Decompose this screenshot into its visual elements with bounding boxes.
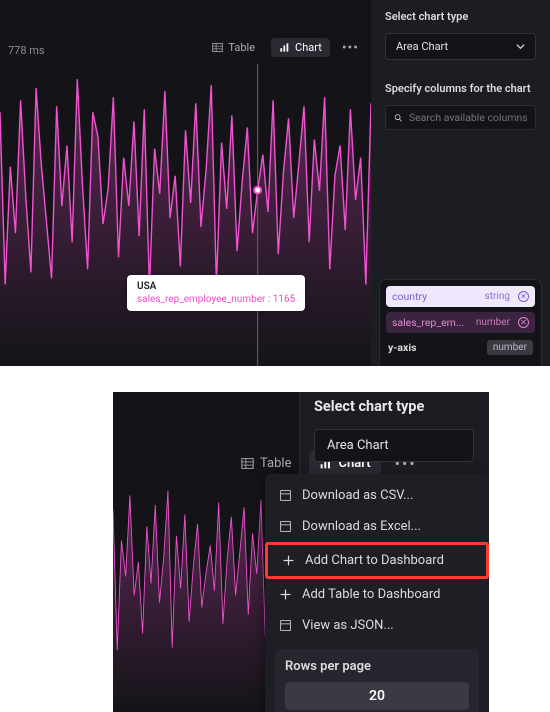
table-icon xyxy=(212,42,223,53)
menu-label: Add Chart to Dashboard xyxy=(305,553,444,568)
pill-name: country xyxy=(392,290,427,303)
chart-icon xyxy=(279,42,290,53)
tab-chart[interactable]: Chart xyxy=(271,38,330,57)
chart-config-panel: Select chart type Area Chart Specify col… xyxy=(371,0,550,366)
menu-add-chart-to-dashboard[interactable]: Add Chart to Dashboard xyxy=(265,542,489,579)
query-timing: 778 ms xyxy=(8,44,45,57)
chart-type-value: Area Chart xyxy=(396,40,448,53)
pill-type: number xyxy=(476,317,510,328)
column-search-input[interactable] xyxy=(385,105,536,130)
download-icon xyxy=(279,489,292,502)
selected-columns-panel: country string ✕ sales_rep_em... number … xyxy=(379,279,542,366)
download-icon xyxy=(279,520,292,533)
chart-canvas[interactable] xyxy=(0,64,371,366)
area-chart-svg xyxy=(0,64,371,366)
select-chart-type-label: Select chart type xyxy=(385,10,536,23)
select-chart-type-label: Select chart type xyxy=(300,392,489,415)
pill-name: sales_rep_em... xyxy=(392,316,464,329)
menu-view-as-json[interactable]: View as JSON... xyxy=(265,610,489,641)
table-icon xyxy=(241,457,254,470)
pill-name: y-axis xyxy=(388,341,417,354)
chart-type-value: Area Chart xyxy=(327,438,389,453)
chart-type-select[interactable]: Area Chart xyxy=(314,429,474,462)
pill-type: number xyxy=(487,340,533,355)
menu-label: Download as CSV... xyxy=(302,488,413,503)
more-menu-trigger[interactable]: ••• xyxy=(338,40,363,56)
menu-label: Add Table to Dashboard xyxy=(302,587,440,602)
tab-chart-label: Chart xyxy=(295,41,322,54)
tab-table[interactable]: Table xyxy=(231,450,301,477)
view-toggle-toolbar: Table Chart ••• xyxy=(204,38,363,57)
bottom-screenshot: Table Chart ••• Select chart type Area C… xyxy=(113,392,489,712)
menu-add-table-to-dashboard[interactable]: Add Table to Dashboard xyxy=(265,579,489,610)
rows-per-page-input[interactable] xyxy=(285,682,469,710)
json-icon xyxy=(279,619,292,632)
search-icon xyxy=(394,113,403,123)
column-pill-yaxis: y-axis number xyxy=(386,338,535,355)
menu-label: View as JSON... xyxy=(302,618,394,633)
rows-per-page-label: Rows per page xyxy=(285,659,469,674)
tooltip-category: USA xyxy=(137,281,295,292)
more-menu-popup: Download as CSV... Download as Excel... … xyxy=(265,474,489,712)
remove-pill-icon[interactable]: ✕ xyxy=(518,317,529,328)
menu-download-excel[interactable]: Download as Excel... xyxy=(265,511,489,542)
pill-type: string xyxy=(485,291,510,302)
tooltip-series-value: sales_rep_employee_number : 1165 xyxy=(137,294,295,305)
column-search-field[interactable] xyxy=(409,111,527,124)
plus-icon xyxy=(282,554,295,567)
plus-icon xyxy=(279,588,292,601)
tab-table-label: Table xyxy=(260,456,291,471)
chevron-down-icon xyxy=(516,42,525,51)
tab-table[interactable]: Table xyxy=(204,38,263,57)
column-pill-country[interactable]: country string ✕ xyxy=(386,286,535,307)
tab-table-label: Table xyxy=(228,41,255,54)
rows-per-page-box: Rows per page Apply xyxy=(275,649,479,712)
remove-pill-icon[interactable]: ✕ xyxy=(518,291,529,302)
menu-label: Download as Excel... xyxy=(302,519,421,534)
chart-viewport: 778 ms Table Chart ••• USA sales_rep_emp… xyxy=(0,0,371,366)
column-pill-sales-rep[interactable]: sales_rep_em... number ✕ xyxy=(386,312,535,333)
chart-type-select[interactable]: Area Chart xyxy=(385,33,536,60)
chart-tooltip: USA sales_rep_employee_number : 1165 xyxy=(127,275,305,311)
menu-download-csv[interactable]: Download as CSV... xyxy=(265,480,489,511)
top-screenshot: 778 ms Table Chart ••• USA sales_rep_emp… xyxy=(0,0,550,366)
specify-columns-label: Specify columns for the chart xyxy=(385,82,536,95)
